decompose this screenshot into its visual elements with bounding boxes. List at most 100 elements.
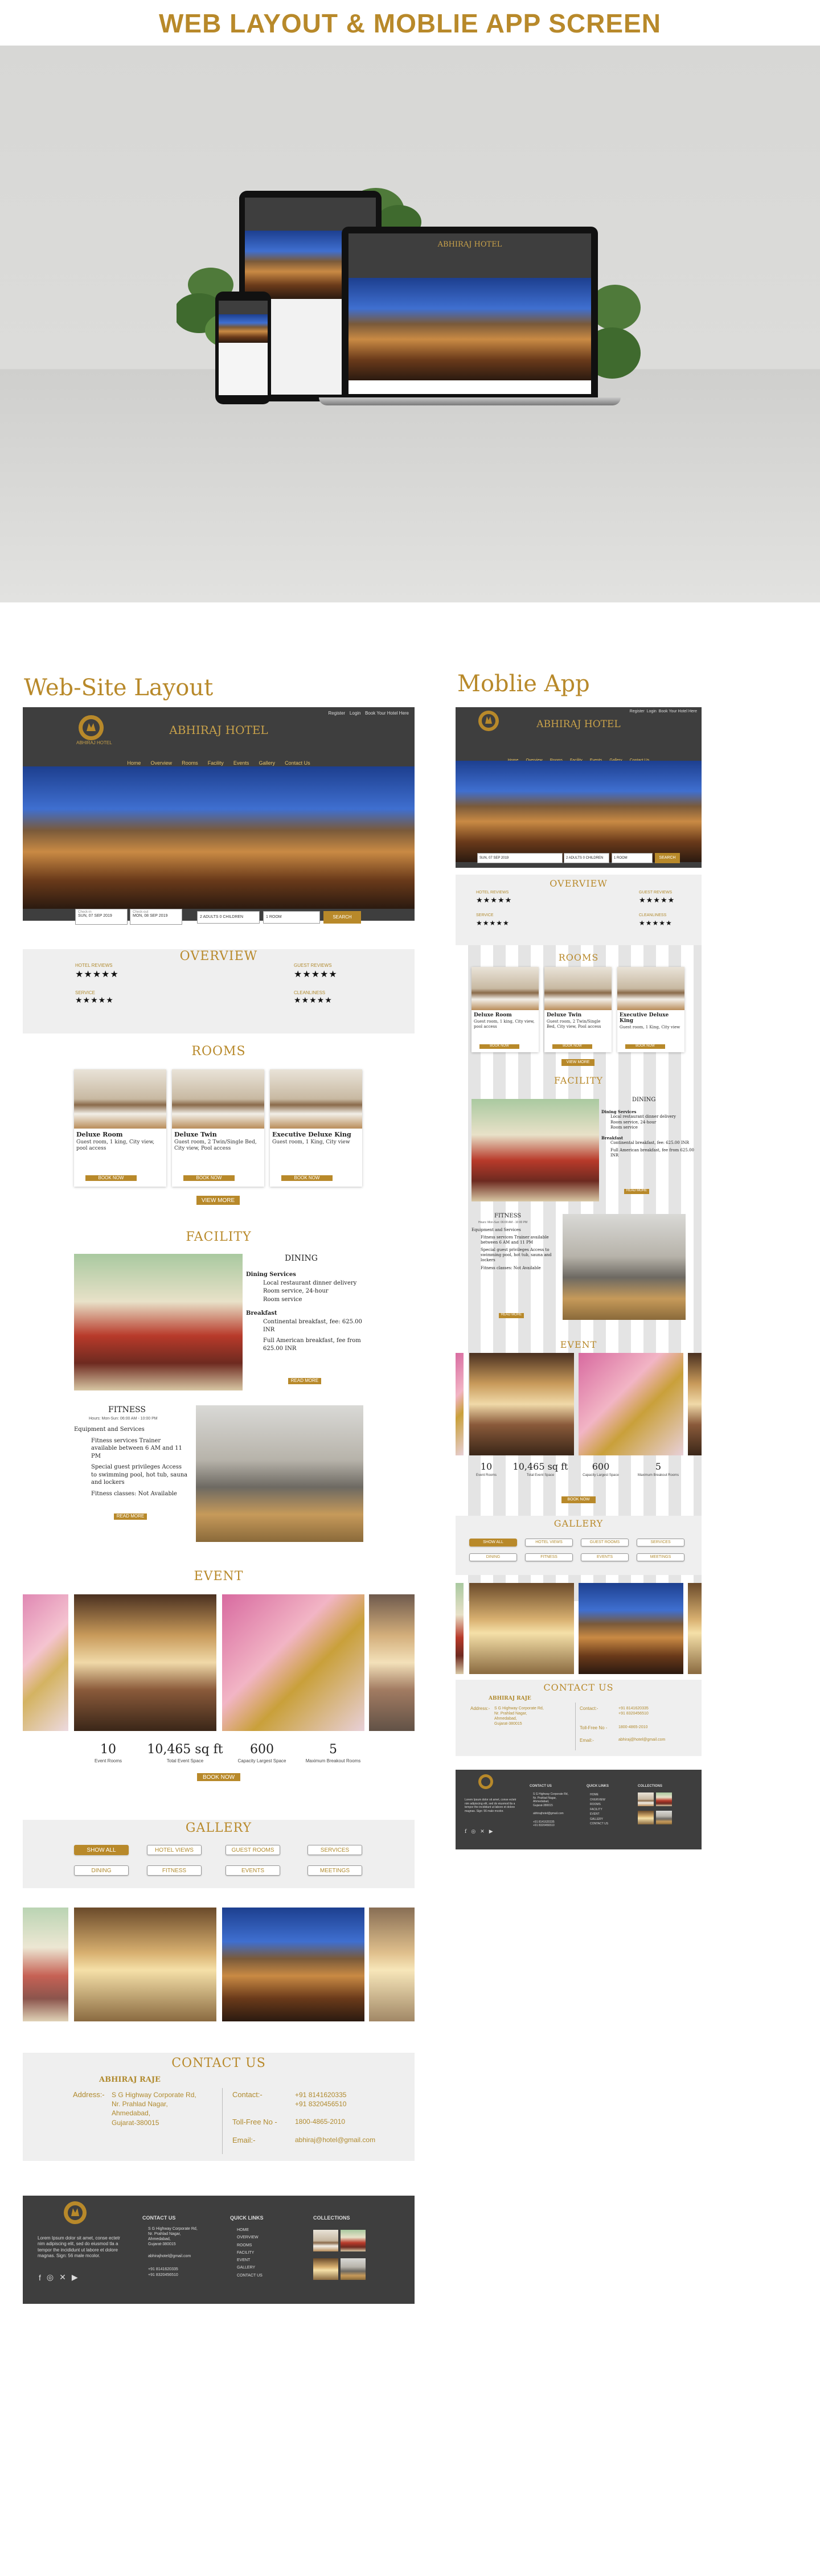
mobile-fitness-hours: Hours: Mon-Sun: 06:00 AM - 10:00 PM <box>478 1221 528 1224</box>
nav-gallery[interactable]: Gallery <box>259 760 275 766</box>
instagram-icon[interactable]: ◎ <box>47 2273 54 2282</box>
filter-guest-rooms[interactable]: GUEST ROOMS <box>226 1845 280 1855</box>
facebook-icon[interactable]: f <box>39 2273 41 2282</box>
mobile-dining-image <box>472 1099 599 1201</box>
filter-events[interactable]: EVENTS <box>226 1865 280 1876</box>
mobile-event-book-now[interactable]: BOOK NOW <box>561 1496 596 1503</box>
footer-quick-links-heading: QUICK LINKS <box>230 2215 264 2221</box>
collection-thumb[interactable] <box>313 2258 338 2280</box>
filter-hotel-views[interactable]: HOTEL VIEWS <box>525 1539 573 1547</box>
mobile-room-card[interactable]: Executive Deluxe King Guest room, 1 King… <box>617 967 684 1052</box>
book-now-button[interactable]: BOOK NOW <box>479 1044 519 1049</box>
rating-stars: ★★★★★ <box>294 969 338 979</box>
nav-contact[interactable]: Contact Us <box>285 760 310 766</box>
book-now-button[interactable]: BOOK NOW <box>625 1044 665 1049</box>
mobile-tollfree[interactable]: 1800-4865-2010 <box>618 1725 647 1729</box>
collection-thumb[interactable] <box>313 2230 338 2251</box>
room-card[interactable]: Deluxe Twin Guest room, 2 Twin/Single Be… <box>172 1069 264 1187</box>
contact-label: Contact:- <box>232 2090 263 2099</box>
twitter-icon[interactable]: ✕ <box>59 2273 66 2282</box>
book-hotel-link[interactable]: Book Your Hotel Here <box>365 711 409 716</box>
nav-facility[interactable]: Facility <box>208 760 224 766</box>
mobile-date-field[interactable]: SUN, 07 SEP 2019 <box>477 853 563 863</box>
mobile-view-more-button[interactable]: VIEW MORE <box>561 1059 594 1066</box>
filter-dining[interactable]: DINING <box>469 1553 517 1561</box>
room-card[interactable]: Executive Deluxe King Guest room, 1 King… <box>270 1069 362 1187</box>
mobile-guests-select[interactable]: 2 ADULTS 0 CHILDREN <box>564 853 609 863</box>
book-now-button[interactable]: BOOK NOW <box>183 1175 235 1181</box>
gallery-image-lobby[interactable] <box>74 1908 216 2021</box>
check-in-field[interactable]: Check-in SUN, 07 SEP 2019 <box>75 909 128 925</box>
filter-show-all[interactable]: SHOW ALL <box>74 1845 129 1855</box>
filter-fitness[interactable]: FITNESS <box>147 1865 202 1876</box>
collection-thumb[interactable] <box>341 2230 366 2251</box>
mobile-fitness-read-more[interactable]: READ MORE <box>499 1313 524 1318</box>
collection-thumb[interactable] <box>638 1792 654 1806</box>
filter-guest-rooms[interactable]: GUEST ROOMS <box>581 1539 629 1547</box>
rooms-select[interactable]: 1 ROOM <box>263 911 320 924</box>
event-book-now-button[interactable]: BOOK NOW <box>197 1773 240 1781</box>
mobile-gallery-hotel[interactable] <box>579 1583 683 1674</box>
mobile-room-card[interactable]: Deluxe Room Guest room, 1 king, City vie… <box>472 967 539 1052</box>
view-more-button[interactable]: VIEW MORE <box>196 1196 240 1205</box>
footer-collections-heading: COLLECTIONS <box>313 2215 350 2221</box>
collection-thumb[interactable] <box>341 2258 366 2280</box>
nav-events[interactable]: Events <box>233 760 249 766</box>
youtube-icon[interactable]: ▶ <box>72 2273 78 2282</box>
youtube-icon[interactable]: ▶ <box>489 1829 493 1835</box>
dining-read-more-button[interactable]: READ MORE <box>288 1378 321 1384</box>
laptop-base <box>319 397 621 405</box>
nav-rooms[interactable]: Rooms <box>182 760 198 766</box>
book-now-button[interactable]: BOOK NOW <box>281 1175 333 1181</box>
rating-label: SERVICE <box>75 990 95 995</box>
rating-stars: ★★★★★ <box>639 919 673 927</box>
footer-logo-icon <box>64 2201 87 2224</box>
mobile-gallery-lobby[interactable] <box>469 1583 574 1674</box>
filter-meetings[interactable]: MEETINGS <box>308 1865 362 1876</box>
login-link[interactable]: Login <box>350 711 361 716</box>
mobile-dining-read-more[interactable]: READ MORE <box>624 1189 649 1194</box>
filter-events[interactable]: EVENTS <box>581 1553 629 1561</box>
contact-section: CONTACT US ABHIRAJ RAJE Address:- S G Hi… <box>23 2053 415 2161</box>
collection-thumb[interactable] <box>656 1792 672 1806</box>
check-out-field[interactable]: Check-out MON, 08 SEP 2019 <box>130 909 182 925</box>
mobile-room-card[interactable]: Deluxe Twin Guest room, 2 Twin/Single Be… <box>544 967 612 1052</box>
mobile-rooms-title: ROOMS <box>558 952 599 963</box>
mobile-hero-image <box>456 761 702 862</box>
twitter-icon[interactable]: ✕ <box>480 1829 485 1835</box>
filter-services[interactable]: SERVICES <box>308 1845 362 1855</box>
fitness-read-more-button[interactable]: READ MORE <box>114 1513 147 1520</box>
nav-overview[interactable]: Overview <box>151 760 173 766</box>
overview-section: OVERVIEW HOTEL REVIEWS ★★★★★ GUEST REVIE… <box>23 949 415 1033</box>
stat-number: 5 <box>329 1742 337 1757</box>
mobile-email[interactable]: abhiraj@hotel@gmail.com <box>618 1738 665 1742</box>
register-link[interactable]: Register <box>328 711 345 716</box>
mobile-search-button[interactable]: SEARCH <box>655 853 680 863</box>
stat-label: Event Rooms <box>475 1474 497 1477</box>
guests-select[interactable]: 2 ADULTS 0 CHILDREN <box>197 911 260 924</box>
book-now-button[interactable]: BOOK NOW <box>85 1175 137 1181</box>
filter-dining[interactable]: DINING <box>74 1865 129 1876</box>
instagram-icon[interactable]: ◎ <box>471 1829 475 1835</box>
facility-title: FACILITY <box>186 1230 252 1244</box>
gallery-image-hotel[interactable] <box>222 1908 364 2021</box>
filter-services[interactable]: SERVICES <box>637 1539 684 1547</box>
filter-fitness[interactable]: FITNESS <box>525 1553 573 1561</box>
mobile-footer-logo-icon <box>478 1774 493 1789</box>
rating-label: HOTEL REVIEWS <box>476 891 509 895</box>
nav-home[interactable]: Home <box>127 760 141 766</box>
tollfree-number[interactable]: 1800-4865-2010 <box>295 2118 345 2126</box>
room-card[interactable]: Deluxe Room Guest room, 1 king, City vie… <box>74 1069 166 1187</box>
search-button[interactable]: SEARCH <box>323 911 361 924</box>
book-now-button[interactable]: BOOK NOW <box>552 1044 592 1049</box>
filter-hotel-views[interactable]: HOTEL VIEWS <box>147 1845 202 1855</box>
collection-thumb[interactable] <box>638 1811 654 1824</box>
footer-about: Lorem Ipsum dolor sit amet, conse ectetr… <box>38 2235 120 2259</box>
collection-thumb[interactable] <box>656 1811 672 1824</box>
filter-show-all[interactable]: SHOW ALL <box>469 1539 517 1547</box>
mobile-rooms-select[interactable]: 1 ROOM <box>612 853 653 863</box>
email-link[interactable]: abhiraj@hotel@gmail.com <box>295 2136 375 2144</box>
rating-label: GUEST REVIEWS <box>639 891 673 895</box>
filter-meetings[interactable]: MEETINGS <box>637 1553 684 1561</box>
facebook-icon[interactable]: f <box>465 1829 466 1835</box>
